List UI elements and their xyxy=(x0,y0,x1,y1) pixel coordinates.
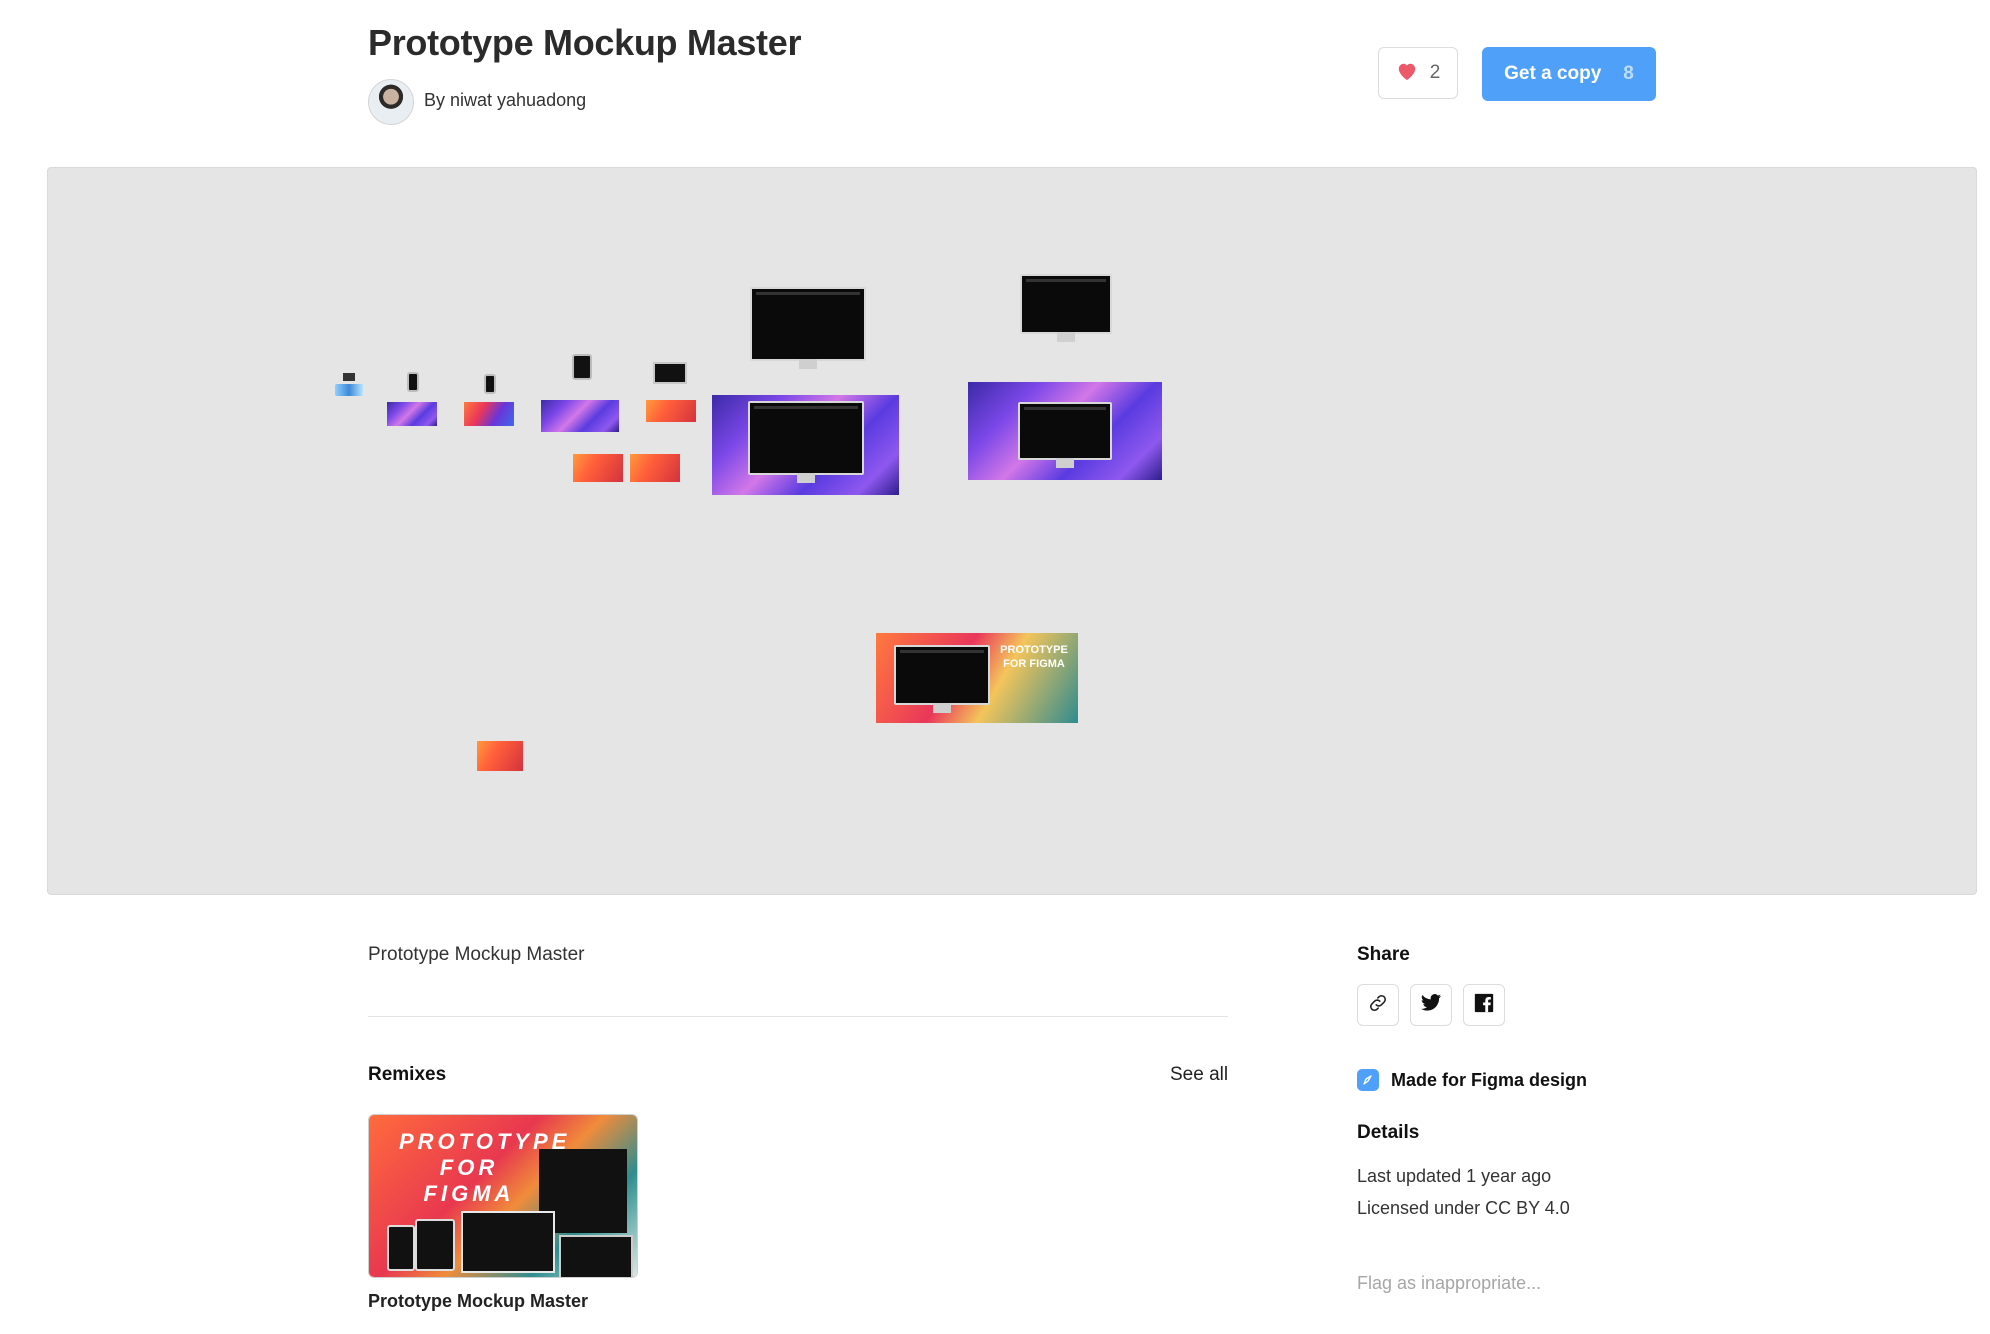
frame-thumbnail xyxy=(464,402,514,426)
frame-thumbnail xyxy=(343,373,355,381)
see-all-remixes-link[interactable]: See all xyxy=(1170,1064,1228,1086)
facebook-icon xyxy=(1473,992,1495,1019)
figma-design-icon xyxy=(1357,1069,1379,1091)
made-for-label: Made for Figma design xyxy=(1391,1069,1588,1090)
share-heading: Share xyxy=(1357,944,1410,965)
remix-thumb-text: PROTOTYPE FOR FIGMA xyxy=(399,1129,571,1206)
like-count: 2 xyxy=(1429,62,1441,83)
details-heading: Details xyxy=(1357,1122,1420,1143)
imac-mockup xyxy=(750,287,866,361)
cover-banner-thumbnail: PROTOTYPE FOR FIGMA xyxy=(876,633,1078,723)
frame-thumbnail xyxy=(407,372,419,392)
frame-thumbnail xyxy=(573,454,623,482)
twitter-icon xyxy=(1420,993,1442,1018)
page-title: Prototype Mockup Master xyxy=(368,22,802,63)
like-button[interactable]: 2 xyxy=(1378,47,1458,99)
divider xyxy=(368,1016,1228,1017)
frame-thumbnail xyxy=(630,454,680,482)
frame-thumbnail xyxy=(484,374,496,394)
author-avatar[interactable] xyxy=(368,79,414,125)
last-updated: Last updated 1 year ago xyxy=(1357,1166,1552,1186)
author-byline[interactable]: By niwat yahuadong xyxy=(424,90,586,111)
made-for-figma-design: Made for Figma design xyxy=(1357,1069,1587,1091)
remixes-heading: Remixes xyxy=(368,1064,447,1085)
frame-thumbnail xyxy=(646,400,696,422)
frame-thumbnail xyxy=(572,354,592,380)
share-facebook-button[interactable] xyxy=(1463,984,1505,1026)
frame-thumbnail xyxy=(335,384,363,396)
share-twitter-button[interactable] xyxy=(1410,984,1452,1026)
link-icon xyxy=(1367,992,1389,1019)
frame-thumbnail xyxy=(968,382,1162,480)
frame-thumbnail xyxy=(477,741,523,771)
remix-title[interactable]: Prototype Mockup Master xyxy=(368,1291,588,1312)
banner-text: PROTOTYPE FOR FIGMA xyxy=(1000,644,1068,670)
flag-inappropriate-link[interactable]: Flag as inappropriate... xyxy=(1357,1273,1541,1294)
copy-link-button[interactable] xyxy=(1357,984,1399,1026)
frame-thumbnail xyxy=(541,400,619,432)
frame-thumbnail xyxy=(712,395,899,495)
license-info[interactable]: Licensed under CC BY 4.0 xyxy=(1357,1198,1570,1219)
get-a-copy-label: Get a copy xyxy=(1504,63,1602,84)
get-a-copy-button[interactable]: Get a copy 8 xyxy=(1482,47,1656,101)
imac-mockup xyxy=(1020,274,1112,334)
heart-icon xyxy=(1396,61,1418,86)
file-description: Prototype Mockup Master xyxy=(368,944,585,965)
file-preview-canvas[interactable]: PROTOTYPE FOR FIGMA 2% xyxy=(47,167,1977,895)
frame-thumbnail xyxy=(653,362,687,384)
frame-thumbnail xyxy=(387,402,437,426)
remix-card-thumbnail[interactable]: PROTOTYPE FOR FIGMA xyxy=(368,1114,638,1278)
copy-count: 8 xyxy=(1623,63,1634,84)
